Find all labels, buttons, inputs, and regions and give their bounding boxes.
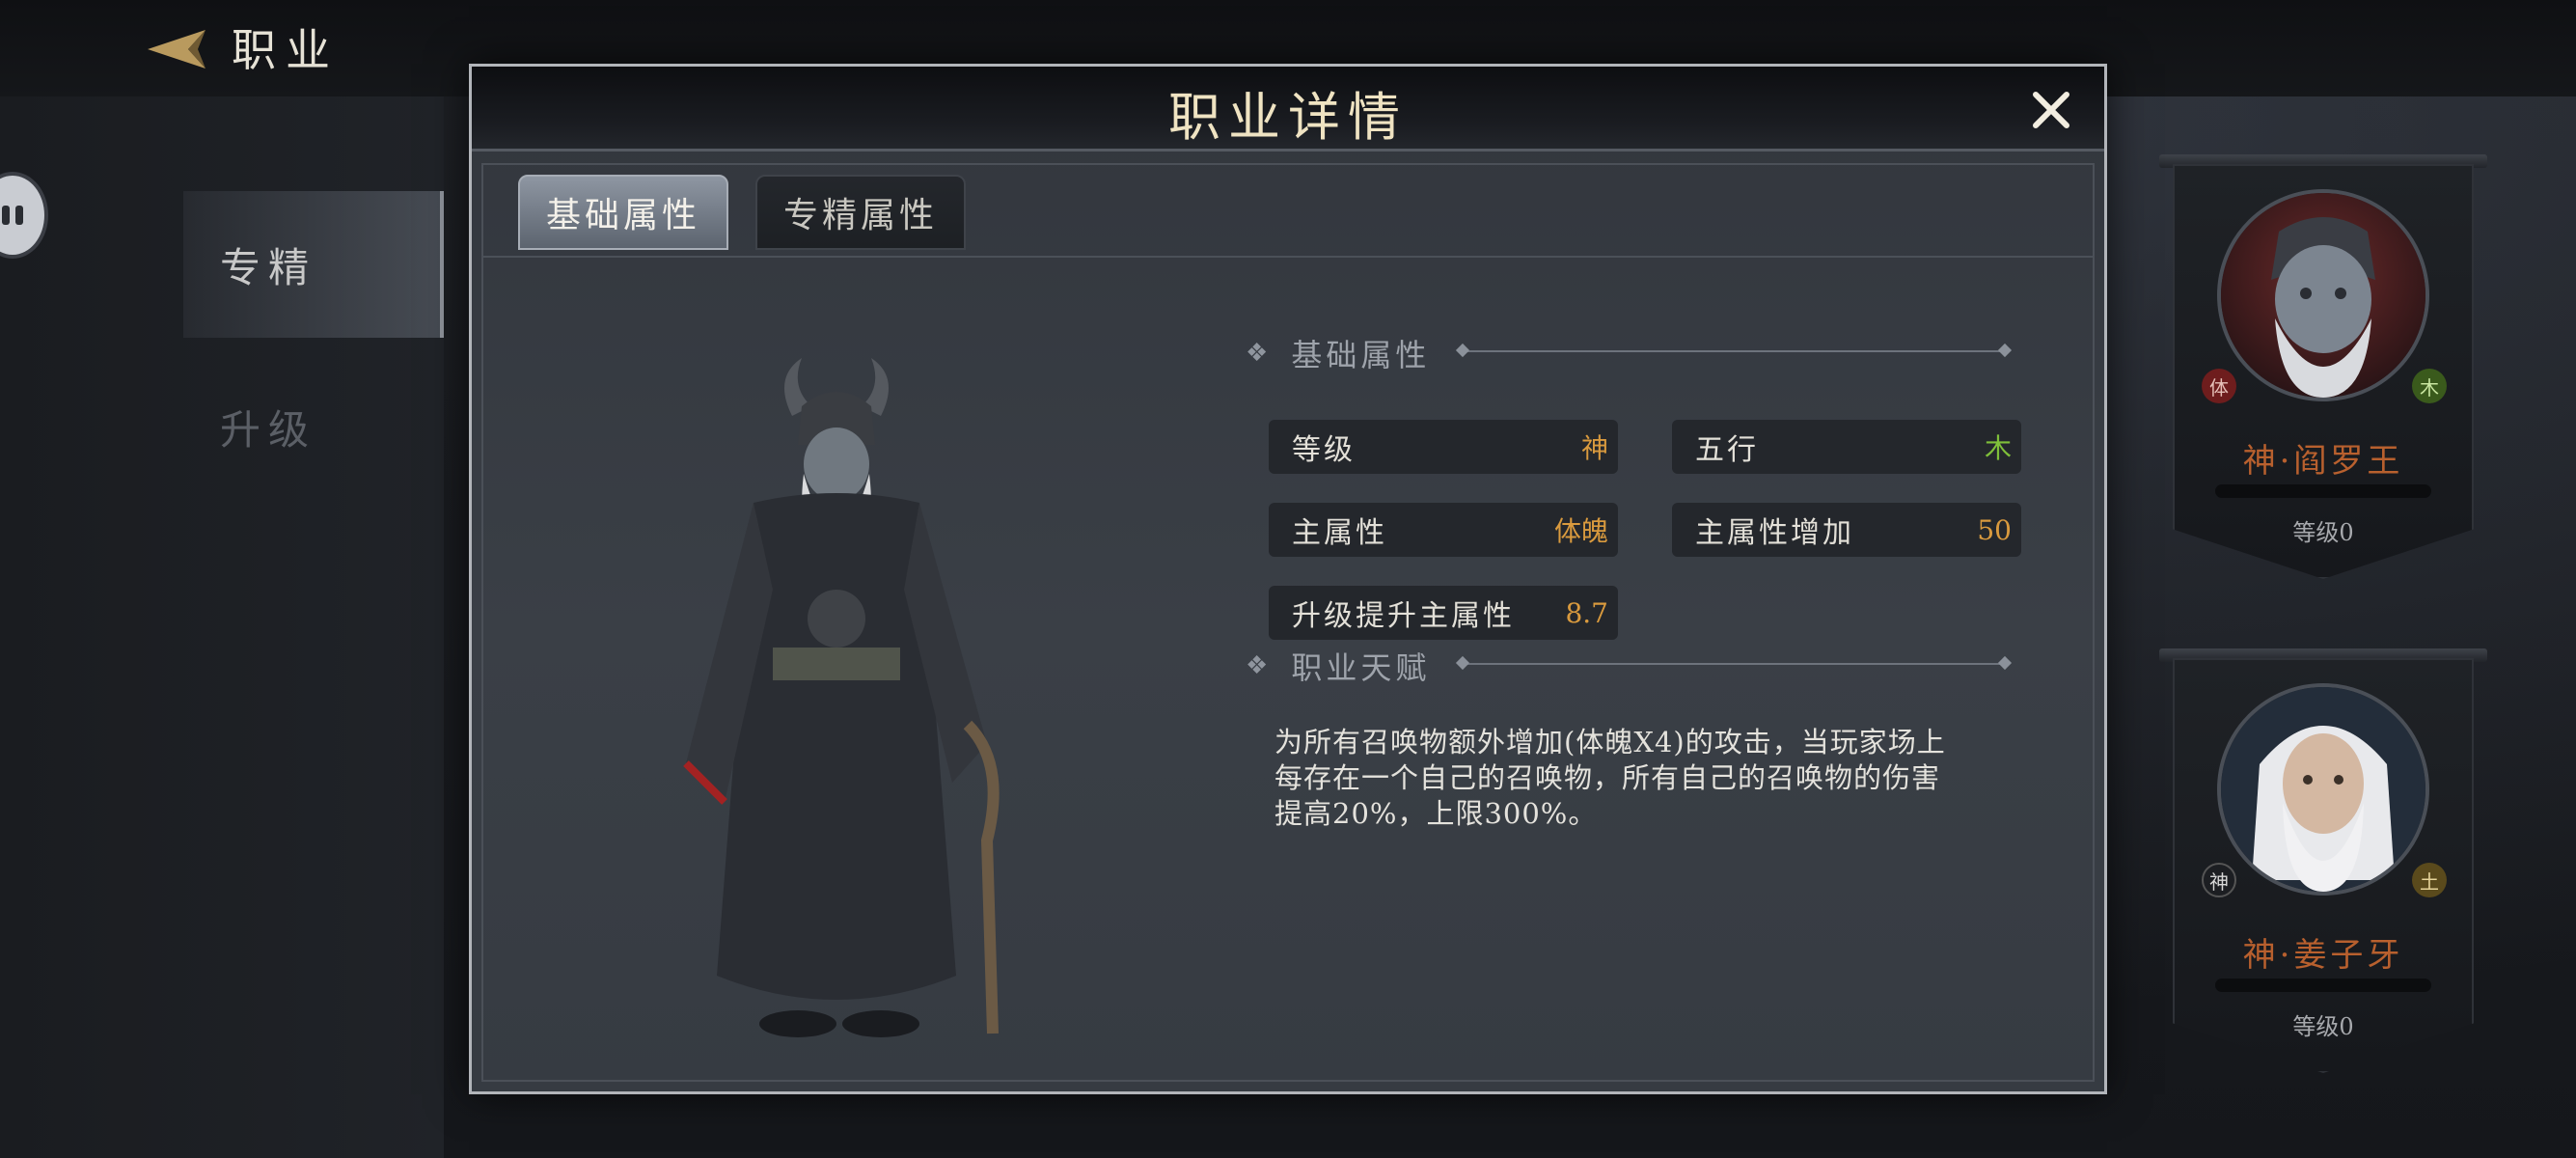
section-header-basic: ❖ 基础属性	[1246, 331, 1430, 375]
modal-title: 职业详情	[1168, 87, 1408, 148]
diamond-icon: ❖	[1246, 339, 1273, 368]
pause-icon-bar	[2, 206, 10, 225]
attr-label: 等级	[1292, 433, 1356, 467]
attr-element: 五行 木	[1672, 420, 2021, 474]
attr-main-attribute: 主属性 体魄	[1269, 503, 1618, 557]
tab-label: 基础属性	[545, 196, 700, 235]
talent-line: 为所有召唤物额外增加(体魄X4)的攻击，当玩家场上	[1274, 726, 1946, 758]
hero-name: 神·姜子牙	[2242, 936, 2404, 975]
left-panel: 专精 升级	[0, 96, 444, 1158]
element-badge-right: 土	[2412, 863, 2447, 897]
hero-card-jiangziya[interactable]: 神 土 神·姜子牙 等级0	[2159, 648, 2487, 1092]
attr-upgrade-main-attribute: 升级提升主属性 8.7	[1269, 586, 1618, 640]
page-title: 职业	[232, 24, 340, 76]
modal-content: 基础属性 专精属性 ❖ 基础属性 等级 神 五行 木 主属性 体魄 主属性增加 …	[481, 163, 2095, 1082]
section-title: 基础属性	[1291, 337, 1431, 373]
talent-line: 每存在一个自己的召唤物，所有自己的召唤物的伤害	[1274, 761, 1941, 794]
hero-level: 等级0	[2292, 1013, 2354, 1040]
attr-value: 8.7	[1565, 596, 1608, 629]
hero-portrait	[2217, 189, 2429, 401]
section-header-talent: ❖ 职业天赋	[1246, 644, 1430, 688]
modal-header: 职业详情	[472, 67, 2104, 152]
section-divider	[1464, 350, 2004, 352]
hero-exp-bar	[2215, 979, 2431, 992]
yanluo-portrait-icon	[2221, 193, 2425, 398]
character-figure	[628, 358, 1053, 1053]
attr-value: 50	[1977, 513, 2012, 546]
hero-level: 等级0	[2292, 519, 2354, 546]
tab-specialization-attributes[interactable]: 专精属性	[755, 175, 966, 250]
back-button[interactable]	[125, 19, 212, 79]
element-badge-left: 体	[2202, 369, 2236, 403]
element-badge-left: 神	[2202, 863, 2236, 897]
tab-basic-attributes[interactable]: 基础属性	[518, 175, 728, 250]
sidebar-item-upgrade[interactable]: 升级	[183, 353, 444, 500]
close-icon	[2033, 92, 2069, 128]
tab-label: 专精属性	[782, 196, 938, 235]
attr-label: 主属性	[1292, 516, 1387, 550]
back-arrow-icon	[148, 30, 206, 69]
sidebar-item-label: 专精	[220, 243, 317, 291]
attr-value: 神	[1580, 432, 1608, 464]
jiangziya-portrait-icon	[2221, 687, 2425, 892]
section-divider	[1464, 663, 2004, 665]
class-detail-modal: 职业详情 基础属性 专精属性 ❖ 基础属性 等级 神 五行 木 主属性 体魄 主…	[469, 64, 2107, 1094]
close-button[interactable]	[2025, 84, 2077, 136]
attr-label: 五行	[1695, 433, 1759, 467]
tab-bar: 基础属性 专精属性	[483, 165, 2093, 258]
hero-card-yanluo[interactable]: 体 木 神·阎罗王 等级0	[2159, 154, 2487, 598]
attr-level: 等级 神	[1269, 420, 1618, 474]
hero-exp-bar	[2215, 484, 2431, 498]
attr-value: 木	[1984, 432, 2012, 464]
pause-icon-bar	[15, 206, 23, 225]
attr-value: 体魄	[1553, 515, 1608, 547]
talent-line: 提高20%，上限300%。	[1274, 797, 1598, 830]
hero-name: 神·阎罗王	[2242, 442, 2404, 481]
hero-portrait	[2217, 683, 2429, 896]
element-badge-right: 木	[2412, 369, 2447, 403]
sidebar-item-specialization[interactable]: 专精	[183, 191, 444, 338]
section-title: 职业天赋	[1291, 649, 1431, 686]
diamond-icon: ❖	[1246, 651, 1273, 680]
attr-label: 主属性增加	[1695, 516, 1854, 550]
attr-label: 升级提升主属性	[1292, 599, 1515, 633]
talent-description: 为所有召唤物额外增加(体魄X4)的攻击，当玩家场上 每存在一个自己的召唤物，所有…	[1274, 725, 2008, 832]
attr-main-attribute-bonus: 主属性增加 50	[1672, 503, 2021, 557]
character-art-icon	[683, 358, 1000, 1037]
sidebar-item-label: 升级	[220, 405, 317, 454]
